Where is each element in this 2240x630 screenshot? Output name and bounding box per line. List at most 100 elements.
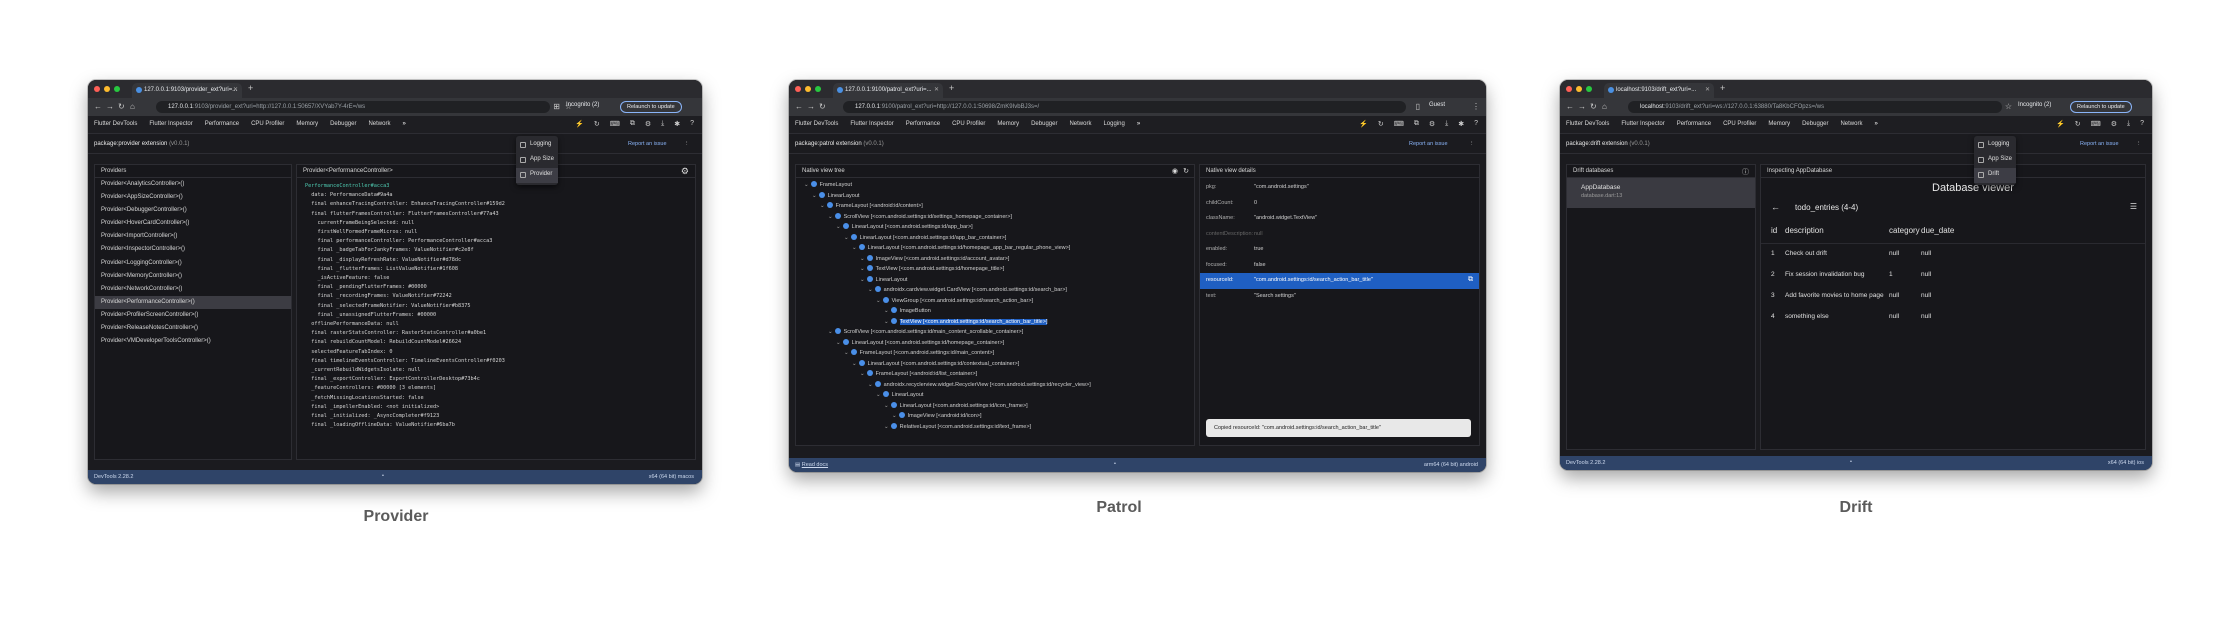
more-icon[interactable]: ⋮ <box>2136 141 2142 147</box>
menu-item-logging[interactable]: Logging <box>516 138 558 153</box>
tab-debugger[interactable]: Debugger <box>1802 121 1828 127</box>
tree-node[interactable]: ⌄ LinearLayout [<com.android.settings:id/… <box>800 223 1190 234</box>
tab-cpu-profiler[interactable]: CPU Profiler <box>251 121 284 127</box>
provider-list-item[interactable]: Provider<InspectorController>() <box>95 243 291 256</box>
hot-restart-icon[interactable]: ↻ <box>1378 120 1384 128</box>
tab-debugger[interactable]: Debugger <box>330 121 356 127</box>
expand-chevron-icon[interactable]: ⌄ <box>884 319 889 325</box>
expand-chevron-icon[interactable]: ⌄ <box>868 382 873 388</box>
expand-chevron-icon[interactable]: ⌄ <box>860 266 865 272</box>
state-tree-line[interactable]: final _displayRefreshRate: ValueNotifier… <box>305 256 687 265</box>
relaunch-button[interactable]: Relaunch to update <box>2070 101 2132 113</box>
expand-chevron-icon[interactable]: ⌄ <box>860 277 865 283</box>
state-tree-line[interactable]: final flutterFramesController: FlutterFr… <box>305 210 687 219</box>
detail-row[interactable]: resourceId: "com.android.settings:id/sear… <box>1200 273 1479 289</box>
tab-memory[interactable]: Memory <box>1768 121 1790 127</box>
tab-cpu-profiler[interactable]: CPU Profiler <box>952 121 985 127</box>
provider-list-item[interactable]: Provider<HoverCardController>() <box>95 217 291 230</box>
tab-network[interactable]: Network <box>1840 121 1862 127</box>
tab-flutter-devtools[interactable]: Flutter DevTools <box>1566 121 1609 127</box>
detail-row[interactable]: text: "Search settings" <box>1200 289 1479 305</box>
download-icon[interactable]: ⤓ <box>2127 120 2130 128</box>
back-icon[interactable]: ← <box>94 102 102 111</box>
expand-chevron-icon[interactable]: ⌄ <box>860 371 865 377</box>
tree-node[interactable]: ⌄ androidx.recyclerview.widget.RecyclerVi… <box>800 380 1190 392</box>
state-tree-line[interactable]: selectedFeatureTabIndex: 0 <box>305 348 687 357</box>
keyboard-icon[interactable]: ⌨ <box>610 120 620 128</box>
expand-chevron-icon[interactable]: ⌄ <box>820 203 825 209</box>
new-tab-icon[interactable]: + <box>248 83 253 93</box>
expand-chevron-icon[interactable]: ⌄ <box>812 193 817 199</box>
hot-reload-icon[interactable]: ⚡ <box>2056 120 2065 128</box>
state-tree-line[interactable]: final timelineEventsController: Timeline… <box>305 357 687 366</box>
reload-icon[interactable]: ↻ <box>1590 102 1597 111</box>
state-tree-line[interactable]: final rebuildCountModel: RebuildCountMod… <box>305 338 687 347</box>
detail-row[interactable]: childCount: 0 <box>1200 196 1479 212</box>
info-icon[interactable]: ⓘ <box>1742 167 1749 177</box>
menu-icon[interactable]: ⋮ <box>1472 102 1480 111</box>
tree-node[interactable]: ⌄ FrameLayout [<com.android.settings:id/m… <box>800 349 1190 360</box>
state-tree-line[interactable]: final rasterStatsController: RasterStats… <box>305 329 687 338</box>
download-icon[interactable]: ⤓ <box>1445 120 1448 128</box>
state-tree-line[interactable]: firstWellFormedFrameMicros: null <box>305 228 687 237</box>
expand-chevron-icon[interactable]: ⌄ <box>892 413 897 419</box>
detail-row[interactable]: contentDescription: null <box>1200 227 1479 243</box>
incognito-badge[interactable]: Incognito (2) <box>2018 102 2051 108</box>
bookmark-icon[interactable]: ☆ <box>2005 102 2012 111</box>
reload-icon[interactable]: ↻ <box>819 102 826 111</box>
forward-icon[interactable]: → <box>807 102 815 111</box>
more-tabs-button[interactable]: » <box>1874 121 1877 127</box>
hot-restart-icon[interactable]: ↻ <box>594 120 600 128</box>
tab-performance[interactable]: Performance <box>906 121 940 127</box>
tab-flutter-inspector[interactable]: Flutter Inspector <box>850 121 893 127</box>
report-issue-link[interactable]: Report an issue <box>1409 141 1448 147</box>
expand-chevron-icon[interactable]: ⌄ <box>868 287 873 293</box>
extensions-icon[interactable]: ⊞ <box>553 102 560 111</box>
detail-row[interactable]: className: "android.widget.TextView" <box>1200 211 1479 227</box>
forward-icon[interactable]: → <box>1578 102 1586 111</box>
back-icon[interactable]: ← <box>1566 102 1574 111</box>
extensions-icon[interactable]: ⧉ <box>1414 120 1419 128</box>
tab-flutter-devtools[interactable]: Flutter DevTools <box>94 121 137 127</box>
tab-memory[interactable]: Memory <box>997 121 1019 127</box>
expand-chevron-icon[interactable]: ⌄ <box>884 403 889 409</box>
incognito-badge[interactable]: Incognito (2) <box>566 102 599 108</box>
more-tabs-button[interactable]: » <box>1137 121 1140 127</box>
tree-node[interactable]: ⌄ FrameLayout [<android:id/content>] <box>800 202 1190 213</box>
hot-reload-icon[interactable]: ⚡ <box>1359 120 1368 128</box>
tab-cpu-profiler[interactable]: CPU Profiler <box>1723 121 1756 127</box>
expand-chevron-icon[interactable]: ⌄ <box>836 340 841 346</box>
hot-reload-icon[interactable]: ⚡ <box>575 120 584 128</box>
menu-item-drift[interactable]: Drift <box>1974 168 2016 183</box>
state-tree-line[interactable]: final enhanceTracingController: EnhanceT… <box>305 200 687 209</box>
provider-list-item[interactable]: Provider<AnalyticsController>() <box>95 178 291 191</box>
state-tree-line[interactable]: final _exportController: ExportControlle… <box>305 375 687 384</box>
menu-item-provider[interactable]: Provider <box>516 168 558 183</box>
state-tree-line[interactable]: final _badgeTabForJankyFrames: ValueNoti… <box>305 246 687 255</box>
tree-node[interactable]: ⌄ ScrollView [<com.android.settings:id/se… <box>800 212 1190 224</box>
help-icon[interactable]: ? <box>1474 120 1478 128</box>
table-row[interactable]: 4 something else null null <box>1761 307 2145 328</box>
hot-restart-icon[interactable]: ↻ <box>2075 120 2081 128</box>
browser-tab[interactable]: 127.0.0.1:9100/patrol_ext?uri=... ✕ <box>833 83 943 98</box>
more-tabs-button[interactable]: » <box>402 121 405 127</box>
help-icon[interactable]: ? <box>2140 120 2144 128</box>
tree-node[interactable]: ⌄ ImageView [<com.android.settings:id/acc… <box>800 254 1190 266</box>
tree-node[interactable]: ⌄ LinearLayout <box>800 275 1190 287</box>
state-tree-line[interactable]: _featureControllers: #00000 [3 elements] <box>305 384 687 393</box>
expand-chevron-icon[interactable]: ⌄ <box>884 308 889 314</box>
reload-icon[interactable]: ↻ <box>118 102 125 111</box>
expand-chevron-icon[interactable]: ⌄ <box>876 392 881 398</box>
settings-icon[interactable]: ⚙ <box>681 166 689 177</box>
table-row[interactable]: 1 Check out drift null null <box>1761 244 2145 265</box>
provider-list-item[interactable]: Provider<LoggingController>() <box>95 257 291 270</box>
window-controls[interactable] <box>1566 86 1592 92</box>
home-icon[interactable]: ⌂ <box>1602 102 1607 111</box>
provider-list-item[interactable]: Provider<ImportController>() <box>95 230 291 243</box>
download-icon[interactable]: ⤓ <box>661 120 664 128</box>
tree-node[interactable]: ⌄ ImageButton <box>800 307 1190 318</box>
read-docs-link[interactable]: ▤ Read docs <box>795 462 828 468</box>
menu-item-app-size[interactable]: App Size <box>516 153 558 168</box>
state-tree-line[interactable]: final _selectedFrameNotifier: ValueNotif… <box>305 302 687 311</box>
state-tree-line[interactable]: final _unassignedFlutterFrames: #00000 <box>305 311 687 320</box>
